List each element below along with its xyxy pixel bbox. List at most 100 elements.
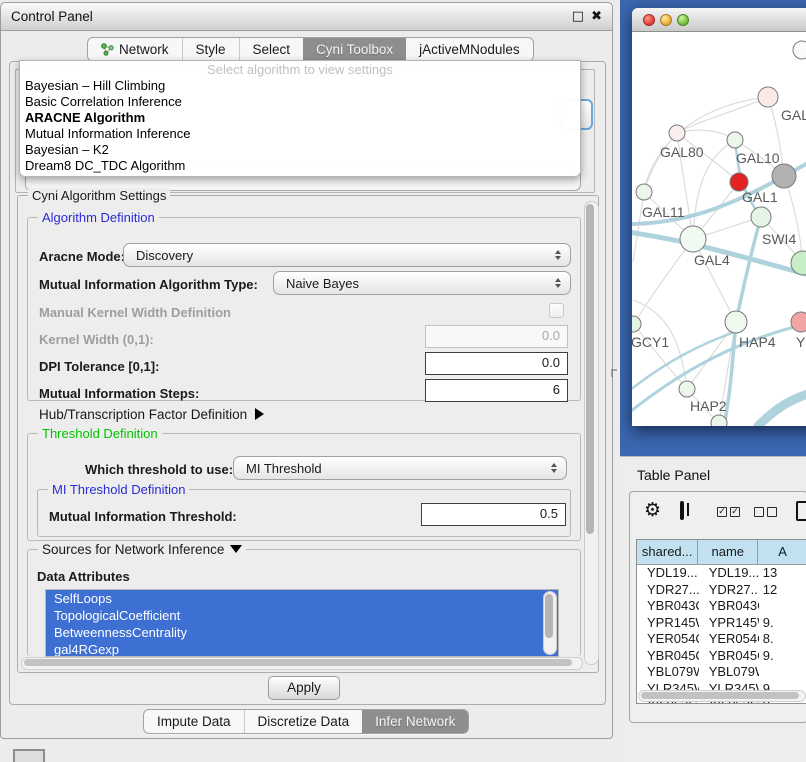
tab-select-label: Select bbox=[253, 42, 291, 57]
column-header[interactable]: A bbox=[758, 540, 806, 564]
node-gal10[interactable] bbox=[727, 132, 743, 148]
node-label: Y bbox=[796, 334, 806, 350]
list-item[interactable]: TopologicalCoefficient bbox=[46, 607, 558, 624]
panel-title: Control Panel bbox=[11, 9, 93, 24]
node-label: HAP4 bbox=[739, 334, 776, 350]
table-row[interactable]: YPR145WYPR145W9. bbox=[637, 615, 806, 632]
table-row[interactable]: YBL079WYBL079W bbox=[637, 664, 806, 681]
kernel-width-input[interactable]: 0.0 bbox=[425, 325, 568, 348]
manual-kernel-checkbox[interactable] bbox=[549, 303, 564, 318]
column-header[interactable]: shared... bbox=[637, 540, 698, 564]
minimize-window-icon[interactable] bbox=[660, 14, 672, 26]
table-horizontal-scrollbar[interactable] bbox=[638, 690, 806, 702]
dropdown-item[interactable]: Basic Correlation Inference bbox=[20, 94, 580, 110]
kernel-width-label: Kernel Width (0,1): bbox=[39, 332, 154, 347]
mi-threshold-input[interactable]: 0.5 bbox=[421, 503, 566, 526]
network-graph-canvas[interactable]: GAL80 GAL10 GAL1 GAL11 SWI4 GAL4 GCY1 HA… bbox=[632, 31, 806, 426]
panel-resize-handle[interactable] bbox=[611, 369, 617, 377]
manual-kernel-label: Manual Kernel Width Definition bbox=[39, 305, 231, 320]
mi-threshold-definition-title: MI Threshold Definition bbox=[48, 482, 189, 497]
tab-jactivemnodules[interactable]: jActiveMNodules bbox=[406, 38, 533, 61]
dropdown-item[interactable]: Bayesian – K2 bbox=[20, 142, 580, 158]
dropdown-item[interactable]: Bayesian – Hill Climbing bbox=[20, 78, 580, 94]
tab-cyni-toolbox[interactable]: Cyni Toolbox bbox=[303, 38, 406, 61]
node-gal4[interactable] bbox=[680, 226, 706, 252]
select-all-columns-icon[interactable]: ✓✓ bbox=[717, 507, 740, 517]
data-attributes-list[interactable]: SelfLoops TopologicalCoefficient Between… bbox=[45, 589, 559, 657]
close-panel-icon[interactable]: ✖ bbox=[591, 9, 602, 24]
mi-steps-input[interactable]: 6 bbox=[425, 379, 568, 402]
tab-impute-data[interactable]: Impute Data bbox=[144, 710, 244, 733]
data-attributes-label: Data Attributes bbox=[37, 569, 130, 584]
mi-type-combo[interactable]: Naive Bayes bbox=[273, 271, 571, 295]
settings-vertical-scrollbar-thumb[interactable] bbox=[586, 204, 594, 534]
list-item[interactable]: BetweennessCentrality bbox=[46, 624, 558, 641]
settings-horizontal-scrollbar-thumb[interactable] bbox=[24, 659, 572, 666]
node-label: HAP2 bbox=[690, 398, 727, 414]
aracne-mode-label: Aracne Mode: bbox=[39, 249, 125, 264]
settings-vertical-scrollbar[interactable] bbox=[584, 201, 599, 665]
table-panel-box: ⚙ ✓✓ shared... name A YDL19...YDL19...13… bbox=[629, 491, 806, 723]
tab-impute-data-label: Impute Data bbox=[157, 714, 231, 729]
gear-icon[interactable]: ⚙ bbox=[644, 499, 661, 521]
settings-horizontal-scrollbar[interactable] bbox=[21, 657, 583, 670]
table-row[interactable]: YER054CYER054C8. bbox=[637, 631, 806, 648]
dpi-tolerance-input[interactable]: 0.0 bbox=[425, 352, 568, 375]
algorithm-dropdown-list: Select algorithm to view settings Bayesi… bbox=[19, 60, 581, 177]
list-item[interactable]: SelfLoops bbox=[46, 590, 558, 607]
control-panel-titlebar[interactable]: Control Panel □ ✖ bbox=[1, 3, 612, 31]
node[interactable] bbox=[669, 125, 685, 141]
list-scrollbar[interactable] bbox=[543, 591, 557, 655]
dropdown-item[interactable]: Dream8 DC_TDC Algorithm bbox=[20, 158, 580, 174]
close-window-icon[interactable] bbox=[643, 14, 655, 26]
minimized-panel-icon[interactable] bbox=[13, 749, 45, 762]
column-header[interactable]: name bbox=[698, 540, 758, 564]
tab-jactivemnodules-label: jActiveMNodules bbox=[419, 42, 520, 57]
hub-definition-header[interactable]: Hub/Transcription Factor Definition bbox=[39, 407, 264, 422]
network-view-window[interactable]: GAL80 GAL10 GAL1 GAL11 SWI4 GAL4 GCY1 HA… bbox=[632, 8, 806, 426]
node-label: GAL1 bbox=[742, 189, 778, 205]
tab-discretize-data-label: Discretize Data bbox=[258, 714, 350, 729]
table-horizontal-scrollbar-thumb[interactable] bbox=[641, 692, 799, 699]
aracne-mode-combo[interactable]: Discovery bbox=[123, 243, 571, 267]
node-hap2[interactable] bbox=[679, 381, 695, 397]
which-threshold-combo[interactable]: MI Threshold bbox=[233, 456, 567, 480]
node-gray[interactable] bbox=[772, 164, 796, 188]
node-pink[interactable] bbox=[791, 312, 806, 332]
mi-steps-label: Mutual Information Steps: bbox=[39, 386, 199, 401]
export-table-icon[interactable] bbox=[796, 501, 806, 521]
node-label: SWI4 bbox=[762, 231, 796, 247]
node[interactable] bbox=[758, 87, 778, 107]
dropdown-item[interactable]: Mutual Information Inference bbox=[20, 126, 580, 142]
list-item[interactable]: gal4RGexp bbox=[46, 641, 558, 657]
node-gal11[interactable] bbox=[636, 184, 652, 200]
deselect-all-columns-icon[interactable] bbox=[754, 507, 777, 517]
tab-style[interactable]: Style bbox=[182, 38, 239, 61]
combo-spinner-icon bbox=[555, 278, 561, 288]
list-scrollbar-thumb[interactable] bbox=[545, 594, 553, 638]
node[interactable] bbox=[793, 41, 806, 59]
node-hap4[interactable] bbox=[725, 311, 747, 333]
sources-group-title[interactable]: Sources for Network Inference bbox=[38, 542, 246, 557]
network-icon bbox=[101, 43, 114, 56]
table-row[interactable]: YDL19...YDL19...13 bbox=[637, 565, 806, 582]
node-gcy1[interactable] bbox=[632, 316, 641, 332]
tab-discretize-data[interactable]: Discretize Data bbox=[244, 710, 363, 733]
zoom-window-icon[interactable] bbox=[677, 14, 689, 26]
apply-button[interactable]: Apply bbox=[268, 676, 340, 700]
network-window-titlebar[interactable] bbox=[632, 8, 806, 32]
table-row[interactable]: YBR043CYBR043C bbox=[637, 598, 806, 615]
tab-infer-network[interactable]: Infer Network bbox=[362, 710, 468, 733]
which-threshold-value: MI Threshold bbox=[246, 461, 322, 476]
tab-network[interactable]: Network bbox=[88, 38, 182, 61]
columns-icon[interactable] bbox=[680, 501, 684, 520]
node[interactable] bbox=[711, 415, 727, 426]
tab-select[interactable]: Select bbox=[239, 38, 304, 61]
dropdown-item-selected[interactable]: ARACNE Algorithm bbox=[20, 110, 580, 126]
dpi-tolerance-label: DPI Tolerance [0,1]: bbox=[39, 359, 159, 374]
float-window-icon[interactable]: □ bbox=[572, 9, 584, 24]
table-row[interactable]: YBR045CYBR045C9. bbox=[637, 648, 806, 665]
node-gal1[interactable] bbox=[751, 207, 771, 227]
table-row[interactable]: YDR27...YDR27...12 bbox=[637, 582, 806, 599]
tab-style-label: Style bbox=[196, 42, 226, 57]
